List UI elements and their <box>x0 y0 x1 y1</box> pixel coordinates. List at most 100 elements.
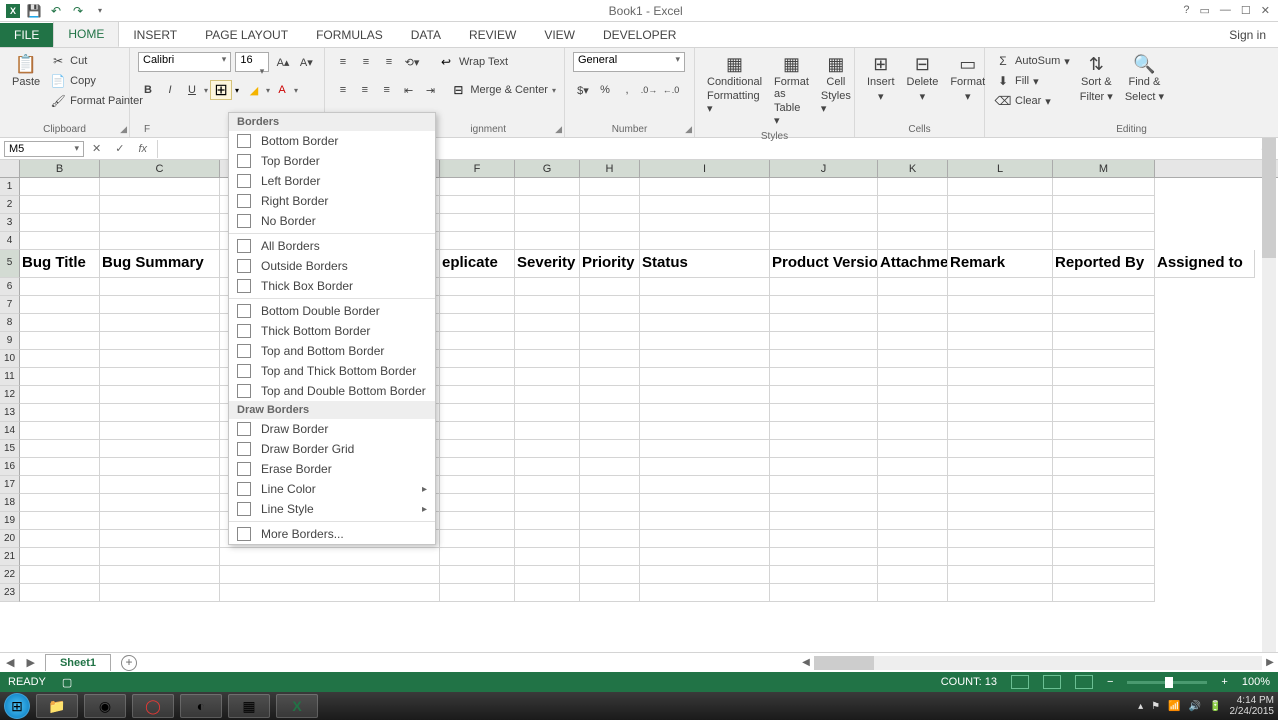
cell[interactable] <box>1053 566 1155 584</box>
cell[interactable] <box>580 584 640 602</box>
cell[interactable] <box>515 196 580 214</box>
cell[interactable] <box>1053 458 1155 476</box>
cell[interactable] <box>948 476 1053 494</box>
cell[interactable] <box>580 314 640 332</box>
border-menu-item[interactable]: Bottom Double Border <box>229 301 435 321</box>
horizontal-scrollbar[interactable]: ◀ ▶ <box>798 656 1278 670</box>
cell[interactable] <box>1053 314 1155 332</box>
cell[interactable] <box>20 440 100 458</box>
cell[interactable] <box>440 350 515 368</box>
cell[interactable] <box>20 278 100 296</box>
cell[interactable] <box>580 278 640 296</box>
cell[interactable] <box>770 278 878 296</box>
cell[interactable] <box>100 476 220 494</box>
tab-formulas[interactable]: FORMULAS <box>302 23 397 47</box>
cell[interactable] <box>515 458 580 476</box>
col-header-L[interactable]: L <box>948 160 1053 177</box>
align-bottom-icon[interactable]: ≡ <box>379 52 399 72</box>
cell[interactable] <box>1053 278 1155 296</box>
cell[interactable] <box>100 178 220 196</box>
taskbar-clock[interactable]: 4:14 PM 2/24/2015 <box>1230 695 1275 717</box>
cell[interactable] <box>1053 530 1155 548</box>
cell[interactable] <box>878 178 948 196</box>
cell[interactable] <box>948 548 1053 566</box>
cancel-formula-icon[interactable]: ✕ <box>88 142 105 155</box>
cell[interactable] <box>878 422 948 440</box>
cell[interactable] <box>770 332 878 350</box>
cell[interactable] <box>580 196 640 214</box>
cell[interactable] <box>100 332 220 350</box>
border-menu-item[interactable]: No Border <box>229 211 435 231</box>
row-header[interactable]: 21 <box>0 548 20 566</box>
cell[interactable] <box>1053 386 1155 404</box>
align-top-icon[interactable]: ≡ <box>333 52 353 72</box>
sort-filter-button[interactable]: ⇅Sort &Filter ▾ <box>1076 52 1117 105</box>
cell[interactable] <box>878 566 948 584</box>
cell[interactable] <box>770 530 878 548</box>
row-header[interactable]: 3 <box>0 214 20 232</box>
row-header[interactable]: 22 <box>0 566 20 584</box>
cell[interactable] <box>1053 512 1155 530</box>
border-menu-item[interactable]: Thick Bottom Border <box>229 321 435 341</box>
border-menu-item[interactable]: Top Border <box>229 151 435 171</box>
close-icon[interactable]: ✕ <box>1261 4 1270 17</box>
cell[interactable] <box>580 566 640 584</box>
cell[interactable] <box>440 422 515 440</box>
cell[interactable] <box>878 512 948 530</box>
cell[interactable] <box>770 440 878 458</box>
col-header-F[interactable]: F <box>440 160 515 177</box>
cell[interactable] <box>640 404 770 422</box>
cell[interactable] <box>20 530 100 548</box>
tray-battery-icon[interactable]: 🔋 <box>1209 701 1221 712</box>
row-header[interactable]: 6 <box>0 278 20 296</box>
cell[interactable] <box>100 458 220 476</box>
view-normal-icon[interactable] <box>1011 675 1029 689</box>
cell[interactable] <box>1053 296 1155 314</box>
cell[interactable] <box>878 314 948 332</box>
cell[interactable] <box>580 214 640 232</box>
cell[interactable] <box>640 512 770 530</box>
insert-cells-button[interactable]: ⊞Insert▾ <box>863 52 899 105</box>
cell[interactable] <box>100 548 220 566</box>
row-header[interactable]: 2 <box>0 196 20 214</box>
cell[interactable] <box>580 178 640 196</box>
cell[interactable] <box>515 350 580 368</box>
align-middle-icon[interactable]: ≡ <box>356 52 376 72</box>
name-box[interactable]: M5 <box>4 141 84 157</box>
view-page-layout-icon[interactable] <box>1043 675 1061 689</box>
wrap-text-button[interactable]: Wrap Text <box>457 55 510 69</box>
fill-color-button[interactable]: ◢ <box>244 80 264 100</box>
cell[interactable] <box>1053 584 1155 602</box>
cell[interactable] <box>948 368 1053 386</box>
cell[interactable] <box>878 296 948 314</box>
col-header-I[interactable]: I <box>640 160 770 177</box>
taskbar-chrome-icon[interactable]: ◉ <box>84 694 126 718</box>
cell[interactable] <box>878 440 948 458</box>
tray-network-icon[interactable]: 📶 <box>1168 701 1180 712</box>
taskbar-app2-icon[interactable]: ◐ <box>180 694 222 718</box>
cell[interactable] <box>878 386 948 404</box>
cell[interactable] <box>770 404 878 422</box>
paste-button[interactable]: 📋 Paste <box>8 52 44 90</box>
zoom-slider-thumb[interactable] <box>1165 677 1173 688</box>
cell[interactable] <box>20 566 100 584</box>
col-header-K[interactable]: K <box>878 160 948 177</box>
cell[interactable] <box>948 440 1053 458</box>
find-select-button[interactable]: 🔍Find &Select ▾ <box>1121 52 1168 105</box>
autosum-button[interactable]: ΣAutoSum ▾ <box>993 52 1072 70</box>
decrease-decimal-icon[interactable]: ←.0 <box>661 80 681 100</box>
merge-center-button[interactable]: Merge & Center <box>468 83 550 97</box>
cell[interactable] <box>20 458 100 476</box>
qat-dropdown-icon[interactable]: ▾ <box>92 3 108 19</box>
cell[interactable] <box>515 368 580 386</box>
cell[interactable] <box>515 548 580 566</box>
redo-icon[interactable]: ↷ <box>70 3 86 19</box>
more-borders-item[interactable]: More Borders... <box>229 524 435 544</box>
cell[interactable] <box>770 314 878 332</box>
cell[interactable] <box>1053 422 1155 440</box>
col-header-H[interactable]: H <box>580 160 640 177</box>
alignment-dialog-launcher-icon[interactable]: ◢ <box>555 124 562 135</box>
cell[interactable] <box>100 386 220 404</box>
col-header-C[interactable]: C <box>100 160 220 177</box>
cell[interactable] <box>440 232 515 250</box>
